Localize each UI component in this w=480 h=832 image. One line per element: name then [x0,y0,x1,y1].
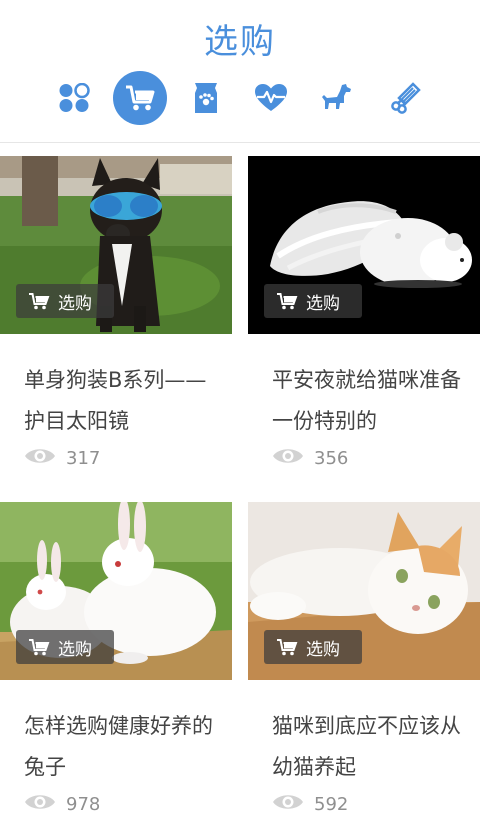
view-count: 978 [24,792,100,816]
buy-badge[interactable]: 选购 [264,284,362,318]
tab-dog[interactable] [309,70,365,126]
card-title[interactable]: 单身狗装B系列——护目太阳镜 [24,360,224,442]
heartbeat-icon [254,83,288,113]
view-count-value: 978 [66,793,101,815]
dog-icon [320,83,354,113]
buy-badge-label: 选购 [58,293,92,314]
tab-health[interactable] [243,70,299,126]
article-card[interactable]: 选购 怎样选购健康好养的兔子 978 [0,502,232,832]
page-title: 选购 [204,22,276,62]
shopping-cart-icon [124,84,156,112]
grooming-comb-icon [389,82,421,114]
card-title[interactable]: 怎样选购健康好养的兔子 [24,706,224,788]
article-card[interactable]: 选购 猫咪到底应不应该从幼猫养起 592 [248,502,480,832]
eye-icon [24,446,56,471]
category-tabs [0,70,480,126]
eye-icon [24,792,56,817]
buy-badge[interactable]: 选购 [264,630,362,664]
view-count-value: 592 [314,793,349,815]
card-image-cat[interactable]: 选购 [248,502,480,680]
tab-grooming[interactable] [377,70,433,126]
card-image-dog-goggles[interactable]: 选购 [0,156,232,334]
card-title[interactable]: 平安夜就给猫咪准备一份特别的 [272,360,472,442]
buy-badge-label: 选购 [306,293,340,314]
shopping-cart-icon [276,292,298,310]
shopping-cart-icon [28,292,50,310]
eye-icon [272,792,304,817]
buy-badge[interactable]: 选购 [16,284,114,318]
app-header: 选购 [0,0,480,143]
article-card[interactable]: 选购 单身狗装B系列——护目太阳镜 317 [0,156,232,486]
grid-dots-icon [58,83,90,113]
tab-shopping[interactable] [113,71,167,125]
buy-badge-label: 选购 [306,639,340,660]
tab-all[interactable] [46,70,102,126]
view-count: 592 [272,792,348,816]
buy-badge-label: 选购 [58,639,92,660]
eye-icon [272,446,304,471]
view-count: 356 [272,446,348,470]
shopping-cart-icon [28,638,50,656]
view-count-value: 356 [314,447,349,469]
article-card[interactable]: 选购 平安夜就给猫咪准备一份特别的 356 [248,156,480,486]
tab-pet-food[interactable] [178,70,234,126]
card-image-cat-toy[interactable]: 选购 [248,156,480,334]
card-title[interactable]: 猫咪到底应不应该从幼猫养起 [272,706,472,788]
view-count: 317 [24,446,100,470]
buy-badge[interactable]: 选购 [16,630,114,664]
view-count-value: 317 [66,447,101,469]
card-image-rabbits[interactable]: 选购 [0,502,232,680]
shopping-cart-icon [276,638,298,656]
pet-food-bag-icon [192,81,220,115]
